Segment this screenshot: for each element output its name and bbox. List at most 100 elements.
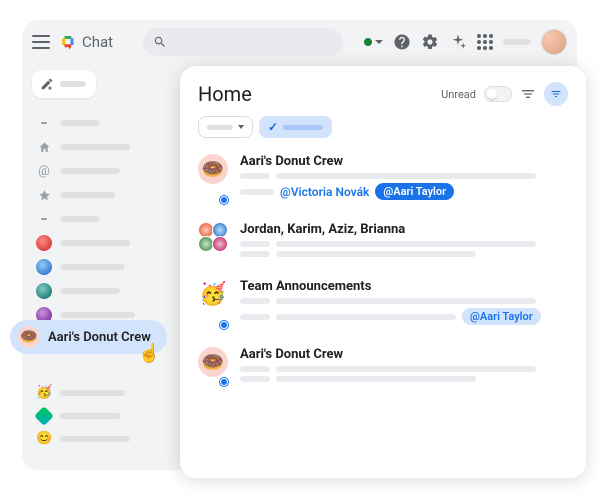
donut-icon: 🍩 [198, 154, 228, 184]
help-icon[interactable] [393, 33, 411, 51]
party-icon: 🥳 [198, 279, 228, 309]
menu-button[interactable] [32, 35, 50, 49]
placeholder [283, 125, 323, 130]
compose-button[interactable] [32, 70, 96, 98]
sidebar-item[interactable] [32, 406, 172, 426]
conversation-avatar [198, 222, 228, 261]
home-panel: Home Unread ✓ 🍩 Aari's Donut Crew @Victori… [180, 66, 586, 478]
conversation-body: Team Announcements@Aari Taylor [240, 279, 568, 329]
placeholder [60, 81, 86, 87]
message-preview [240, 376, 568, 382]
filter-button[interactable] [544, 82, 568, 106]
conversation-title: Aari's Donut Crew [240, 347, 568, 362]
contact-avatar [36, 235, 52, 251]
donut-avatar: 🍩 [18, 326, 40, 348]
panel-header: Home Unread [198, 82, 568, 106]
settings-icon[interactable] [421, 33, 439, 51]
user-avatar[interactable] [541, 29, 567, 55]
conversation-item[interactable]: Jordan, Karim, Aziz, Brianna [198, 222, 568, 261]
placeholder [60, 264, 125, 270]
search-input[interactable] [143, 28, 343, 56]
contact-avatar [36, 283, 52, 299]
placeholder [240, 298, 270, 304]
sidebar-item[interactable] [32, 256, 172, 278]
placeholder [60, 240, 130, 246]
conversation-list: 🍩 Aari's Donut Crew @Victoria Novák @Aari T… [198, 154, 568, 386]
placeholder [240, 366, 270, 372]
placeholder [240, 251, 270, 257]
placeholder [240, 173, 270, 179]
placeholder [60, 216, 100, 222]
conversation-body: Aari's Donut Crew @Victoria Novák @Aari Ta… [240, 154, 568, 204]
chat-logo: Chat [60, 33, 113, 51]
sidebar-section [32, 208, 172, 230]
topbar: Chat [22, 20, 577, 64]
conversation-item[interactable]: 🍩 Aari's Donut Crew [198, 347, 568, 386]
placeholder [60, 120, 100, 126]
mention-icon: @ [38, 164, 50, 179]
mention[interactable]: @Aari Taylor [375, 183, 454, 200]
unread-toggle[interactable] [484, 86, 512, 102]
sidebar: @ [32, 70, 172, 452]
conversation-body: Jordan, Karim, Aziz, Brianna [240, 222, 568, 261]
sidebar-item[interactable] [32, 136, 172, 158]
space-badge-icon [217, 193, 231, 207]
conversation-body: Aari's Donut Crew [240, 347, 568, 386]
home-icon [38, 141, 51, 154]
unread-label: Unread [441, 88, 476, 101]
hover-chip-label: Aari's Donut Crew [48, 330, 151, 345]
chat-logo-icon [60, 33, 78, 51]
search-icon [153, 35, 167, 49]
sidebar-item[interactable] [32, 280, 172, 302]
sidebar-item[interactable]: 😊 [32, 428, 172, 450]
placeholder [276, 314, 456, 320]
conversation-item[interactable]: 🍩 Aari's Donut Crew @Victoria Novák @Aari T… [198, 154, 568, 204]
space-avatar [34, 406, 54, 426]
star-icon [38, 189, 51, 202]
placeholder [60, 168, 120, 174]
contact-avatar [36, 259, 52, 275]
placeholder [276, 241, 536, 247]
status-selector[interactable] [364, 38, 383, 46]
placeholder [60, 192, 115, 198]
sidebar-item[interactable]: 🥳 [32, 382, 172, 404]
space-badge-icon [217, 375, 231, 389]
check-icon: ✓ [268, 120, 278, 134]
conversation-avatar: 🍩 [198, 347, 228, 386]
placeholder [240, 376, 270, 382]
contact-avatar: 😊 [36, 431, 52, 447]
placeholder [276, 376, 476, 382]
placeholder [240, 189, 274, 195]
placeholder [276, 251, 476, 257]
mention[interactable]: @Aari Taylor [462, 308, 541, 325]
sidebar-item[interactable]: @ [32, 160, 172, 182]
sidebar-section [32, 112, 172, 134]
status-active-icon [364, 38, 372, 46]
placeholder [276, 173, 536, 179]
sidebar-item[interactable] [32, 184, 172, 206]
spark-icon[interactable] [449, 33, 467, 51]
filter-chip-active[interactable]: ✓ [259, 116, 332, 138]
placeholder [503, 39, 531, 45]
apps-icon[interactable] [477, 34, 493, 50]
placeholder [60, 413, 120, 419]
sidebar-item[interactable] [32, 232, 172, 254]
compose-icon [40, 77, 54, 91]
sort-icon[interactable] [520, 86, 536, 102]
conversation-title: Jordan, Karim, Aziz, Brianna [240, 222, 568, 237]
placeholder [60, 288, 120, 294]
mention[interactable]: @Victoria Novák [280, 185, 369, 199]
filter-chip-dropdown[interactable] [198, 116, 253, 138]
group-avatar [198, 222, 228, 252]
message-preview [240, 298, 568, 304]
sidebar-hover-chip[interactable]: 🍩 Aari's Donut Crew ☝ [10, 320, 167, 354]
placeholder [60, 312, 135, 318]
dash-icon [41, 122, 47, 124]
conversation-avatar: 🥳 [198, 279, 228, 329]
conversation-item[interactable]: 🥳 Team Announcements@Aari Taylor [198, 279, 568, 329]
panel-title: Home [198, 82, 252, 106]
app-name: Chat [82, 33, 113, 51]
space-badge-icon [217, 318, 231, 332]
conversation-title: Aari's Donut Crew [240, 154, 568, 169]
message-preview [240, 366, 568, 372]
